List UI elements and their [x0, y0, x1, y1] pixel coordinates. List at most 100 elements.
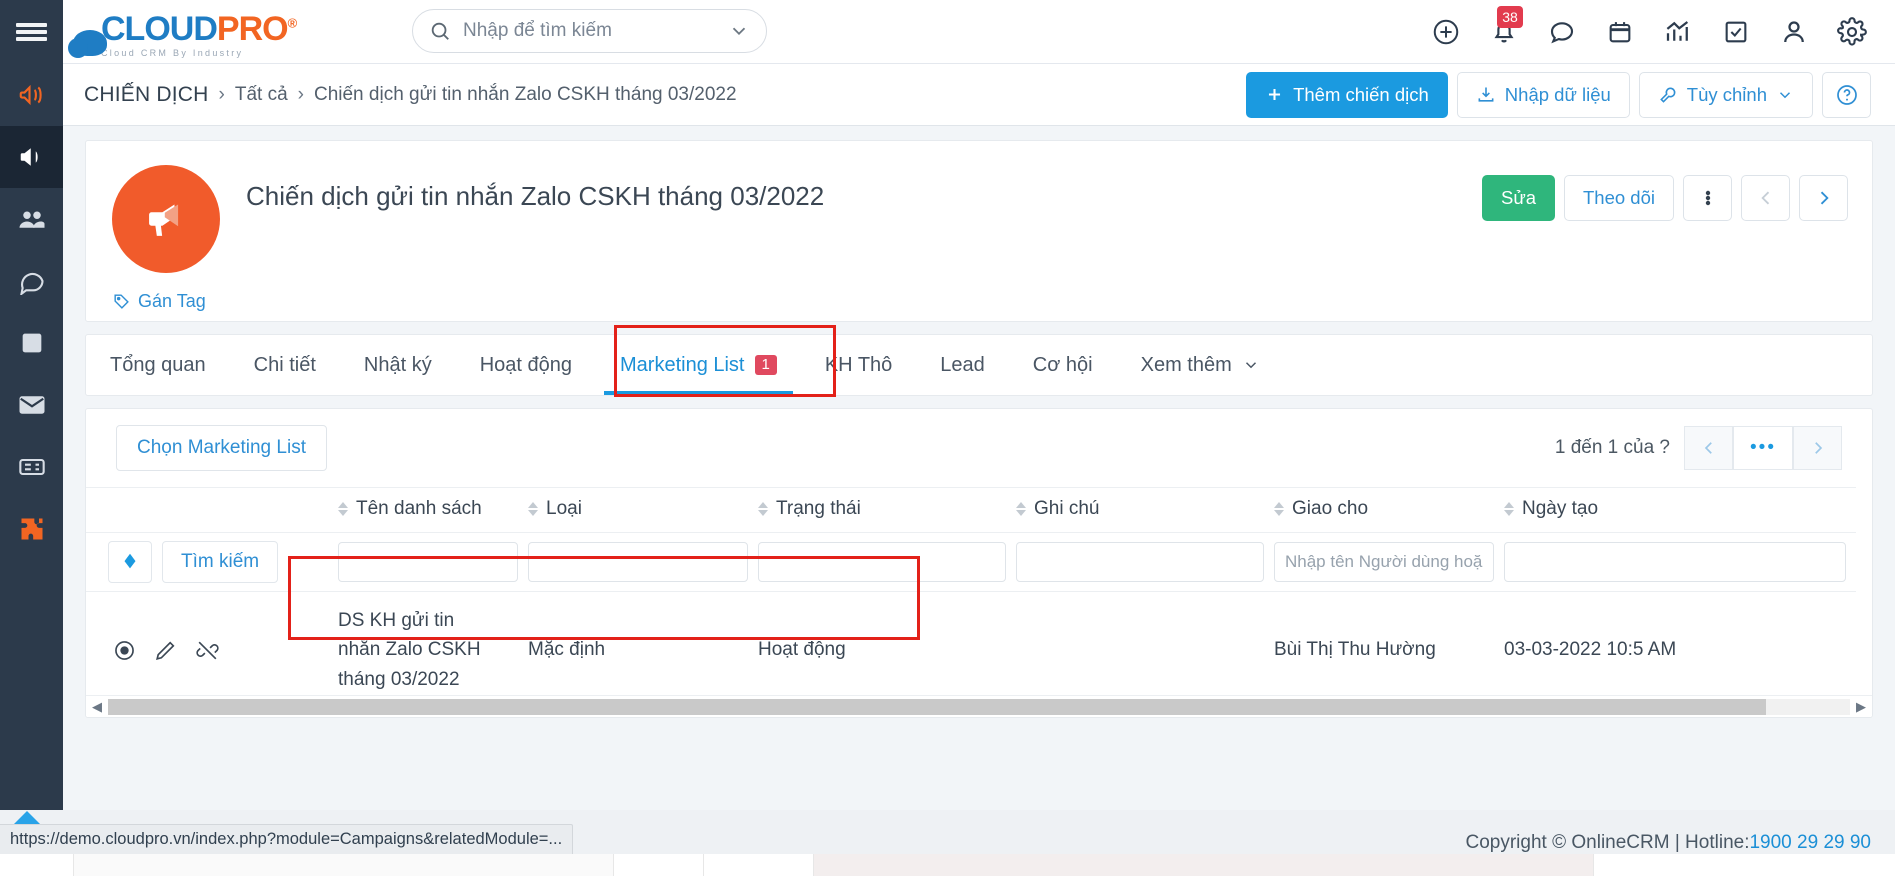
sort-icon[interactable]	[1504, 501, 1514, 516]
tab-co-hoi[interactable]: Cơ hội	[1009, 335, 1117, 395]
campaign-avatar	[112, 165, 220, 273]
horizontal-scrollbar[interactable]: ◀ ▶	[86, 695, 1872, 717]
chevron-down-icon[interactable]	[728, 20, 750, 42]
scroll-left-arrow[interactable]: ◀	[86, 699, 108, 715]
campaign-summary-card: Chiến dịch gửi tin nhắn Zalo CSKH tháng …	[85, 140, 1873, 322]
import-data-button[interactable]: Nhập dữ liệu	[1456, 71, 1630, 118]
row-action-icons	[86, 638, 338, 663]
sort-icon[interactable]	[338, 501, 348, 516]
unlink-icon[interactable]	[194, 638, 221, 663]
table-row[interactable]: DS KH gửi tin nhắn Zalo CSKH tháng 03/20…	[86, 592, 1856, 709]
add-circle-icon[interactable]	[1417, 0, 1475, 64]
scrollbar-thumb[interactable]	[108, 698, 1766, 715]
help-button[interactable]	[1822, 71, 1871, 118]
taskbar-segment[interactable]	[74, 854, 614, 876]
breadcrumb-root[interactable]: CHIẾN DỊCH	[84, 83, 209, 107]
scrollbar-track[interactable]	[108, 698, 1850, 715]
breadcrumb-all[interactable]: Tất cả	[235, 84, 288, 106]
pagination-next-button[interactable]	[1793, 426, 1842, 470]
table-header-trang-thai[interactable]: Trạng thái	[758, 487, 1016, 533]
clear-filters-button[interactable]	[108, 541, 152, 583]
filter-input-loai[interactable]	[528, 542, 748, 582]
envelope-icon	[19, 396, 44, 414]
filter-input-giao-cho[interactable]	[1274, 542, 1494, 582]
cell-loai: Mặc định	[528, 639, 606, 661]
chevron-left-icon	[1704, 442, 1712, 454]
sidebar-item-mail[interactable]	[0, 374, 63, 436]
select-marketing-list-button[interactable]: Chọn Marketing List	[116, 425, 327, 471]
taskbar-segment[interactable]	[0, 854, 74, 876]
filter-input-ghi-chu[interactable]	[1016, 542, 1264, 582]
table-header-ghi-chu[interactable]: Ghi chú	[1016, 487, 1274, 533]
sort-icon[interactable]	[528, 501, 538, 516]
filter-input-trang-thai[interactable]	[758, 542, 1006, 582]
table-header-giao-cho[interactable]: Giao cho	[1274, 487, 1504, 533]
sort-icon[interactable]	[1016, 501, 1026, 516]
pagination-more-button[interactable]: •••	[1733, 426, 1793, 470]
hamburger-menu-button[interactable]	[0, 0, 63, 64]
sidebar-item-reports[interactable]	[0, 436, 63, 498]
taskbar-segment[interactable]	[814, 854, 1594, 876]
table-header-loai[interactable]: Loại	[528, 487, 758, 533]
scroll-right-arrow[interactable]: ▶	[1850, 699, 1872, 715]
assign-tag-link[interactable]: Gán Tag	[112, 291, 206, 312]
tab-xem-them[interactable]: Xem thêm	[1117, 335, 1284, 395]
scroll-up-caret-icon[interactable]	[14, 811, 40, 824]
sidebar-item-marketing[interactable]	[0, 64, 63, 126]
bell-icon[interactable]: 38	[1475, 0, 1533, 64]
sidebar-item-documents[interactable]	[0, 312, 63, 374]
left-nav-rail	[0, 0, 63, 810]
add-campaign-button[interactable]: Thêm chiến dịch	[1246, 71, 1448, 118]
gear-icon[interactable]	[1823, 0, 1881, 64]
tab-label: Cơ hội	[1032, 353, 1093, 376]
filter-input-ten-danh-sach[interactable]	[338, 542, 518, 582]
table-filter-row: Tìm kiếm	[86, 532, 1856, 592]
top-bar: CLOUDPRO® Cloud CRM By Industry 38	[63, 0, 1895, 64]
taskbar-segment[interactable]	[704, 854, 814, 876]
follow-button[interactable]: Theo dõi	[1564, 175, 1674, 221]
megaphone-filled-icon	[20, 148, 38, 166]
tab-chi-tiet[interactable]: Chi tiết	[230, 335, 340, 395]
sort-icon[interactable]	[1274, 501, 1284, 516]
sort-icon[interactable]	[758, 501, 768, 516]
tab-hoat-dong[interactable]: Hoạt động	[456, 335, 596, 395]
global-search[interactable]	[412, 9, 767, 53]
logo-text: CLOUDPRO®	[101, 12, 297, 46]
view-eye-icon[interactable]	[112, 638, 137, 663]
edit-button[interactable]: Sửa	[1481, 175, 1555, 221]
more-actions-button[interactable]	[1683, 175, 1732, 221]
customize-button[interactable]: Tùy chỉnh	[1638, 71, 1813, 118]
filter-cell-loai	[528, 532, 758, 592]
sidebar-item-contacts[interactable]	[0, 188, 63, 250]
previous-record-button[interactable]	[1741, 175, 1790, 221]
tab-lead[interactable]: Lead	[916, 335, 1009, 395]
app-logo[interactable]: CLOUDPRO® Cloud CRM By Industry	[68, 0, 297, 64]
hotline-phone[interactable]: 1900 29 29 90	[1749, 832, 1871, 854]
pagination: 1 đến 1 của ? •••	[1555, 426, 1842, 470]
next-record-button[interactable]	[1799, 175, 1848, 221]
analytics-icon[interactable]	[1649, 0, 1707, 64]
user-icon[interactable]	[1765, 0, 1823, 64]
sidebar-item-extensions[interactable]	[0, 498, 63, 560]
sidebar-item-chat[interactable]	[0, 250, 63, 312]
tab-kh-tho[interactable]: KH Thô	[801, 335, 916, 395]
search-input[interactable]	[463, 20, 728, 42]
record-actions: Sửa Theo dõi	[1481, 175, 1848, 221]
table-header-ngay-tao[interactable]: Ngày tạo	[1504, 487, 1856, 533]
pagination-previous-button[interactable]	[1684, 426, 1733, 470]
task-icon[interactable]	[1707, 0, 1765, 64]
edit-label: Sửa	[1500, 187, 1536, 208]
sidebar-item-campaigns[interactable]	[0, 126, 63, 188]
edit-pencil-icon[interactable]	[153, 638, 178, 663]
calendar-icon[interactable]	[1591, 0, 1649, 64]
tab-marketing-list[interactable]: Marketing List 1	[596, 335, 801, 395]
tab-nhat-ky[interactable]: Nhật ký	[340, 335, 456, 395]
filter-input-ngay-tao[interactable]	[1504, 542, 1846, 582]
table-header-ten-danh-sach[interactable]: Tên danh sách	[338, 487, 528, 533]
chat-icon[interactable]	[1533, 0, 1591, 64]
search-button[interactable]: Tìm kiếm	[162, 541, 279, 583]
taskbar-segment[interactable]	[614, 854, 704, 876]
tab-tong-quan[interactable]: Tổng quan	[86, 335, 230, 395]
column-label: Tên danh sách	[356, 498, 482, 519]
cell-ten-danh-sach[interactable]: DS KH gửi tin nhắn Zalo CSKH tháng 03/20…	[338, 592, 528, 709]
